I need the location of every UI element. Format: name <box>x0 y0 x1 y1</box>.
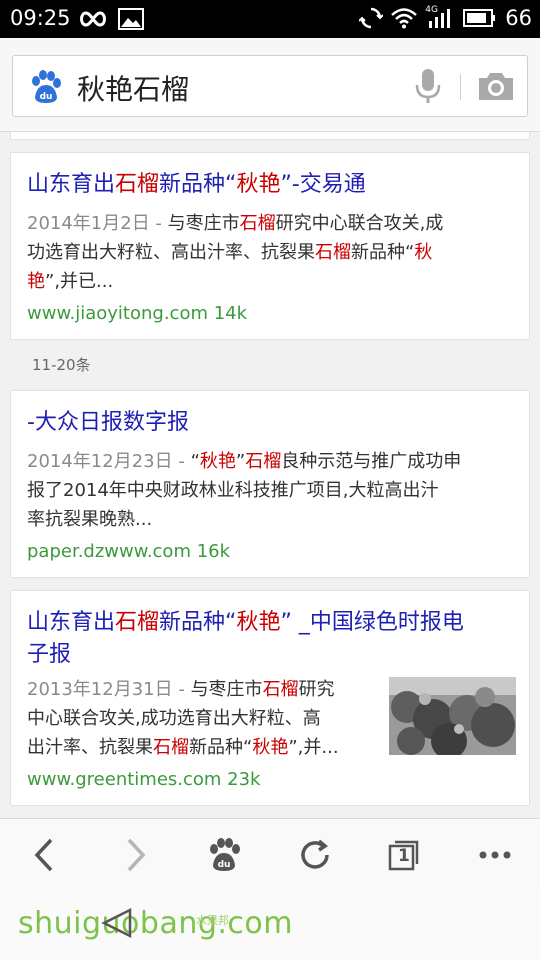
system-back-icon[interactable] <box>100 906 134 940</box>
wifi-icon <box>391 8 418 29</box>
result-abstract: 2014年1月2日 - 与枣庄市石榴研究中心联合攻关,成 功选育出大籽粒、高出汁… <box>27 213 444 292</box>
tabs-button[interactable]: 1 <box>382 833 426 877</box>
sync-icon <box>359 7 384 29</box>
result-url[interactable]: www.greentimes.com 23k <box>27 769 260 790</box>
back-button[interactable] <box>22 833 66 877</box>
result-url[interactable]: paper.dzwww.com 16k <box>27 541 230 562</box>
baidu-home-icon: du <box>210 838 240 871</box>
mic-icon[interactable] <box>413 67 443 107</box>
watermark: shuiguobang.com <box>18 906 293 941</box>
page-marker: 11-20条 <box>32 356 91 374</box>
camera-icon[interactable] <box>477 70 515 102</box>
watermark-small: 水果邦 <box>196 914 229 927</box>
refresh-icon <box>301 839 329 869</box>
more-icon <box>479 851 511 859</box>
forward-icon <box>127 838 146 872</box>
result-title[interactable]: -大众日报数字报 <box>27 407 189 439</box>
forward-button[interactable] <box>114 833 158 877</box>
search-header: du 秋艳石榴 <box>0 38 540 132</box>
result-abstract: 2013年12月31日 - 与枣庄市石榴研究 中心联合攻关,成功选育出大籽粒、高… <box>27 679 339 758</box>
result-card-partial <box>10 132 530 140</box>
result-date: 2014年12月23日 - <box>27 451 191 472</box>
result-card[interactable]: 山东育出石榴新品种“秋艳”-交易通 2014年1月2日 - 与枣庄市石榴研究中心… <box>10 152 530 340</box>
result-card[interactable]: -大众日报数字报 2014年12月23日 - “秋艳”石榴良种示范与推广成功申 … <box>10 390 530 578</box>
result-thumbnail[interactable] <box>389 677 516 755</box>
result-abstract: 2014年12月23日 - “秋艳”石榴良种示范与推广成功申 报了2014年中央… <box>27 451 462 530</box>
baidu-paw-icon: du <box>32 70 61 103</box>
browser-toolbar: du 1 <box>0 818 540 890</box>
battery-percent: 66 <box>505 6 532 30</box>
tabs-count: 1 <box>398 846 410 866</box>
more-button[interactable] <box>473 833 517 877</box>
home-button[interactable]: du <box>202 833 246 877</box>
result-title[interactable]: 山东育出石榴新品种“秋艳”-交易通 <box>27 169 366 201</box>
signal-icon: 4G <box>425 5 455 29</box>
result-card[interactable]: 山东育出石榴新品种“秋艳” _中国绿色时报电 子报 2013年12月31日 - … <box>10 590 530 806</box>
infinity-icon <box>80 11 106 27</box>
svg-text:du: du <box>40 92 53 102</box>
result-date: 2014年1月2日 - <box>27 213 168 234</box>
search-box[interactable]: du 秋艳石榴 <box>12 55 528 117</box>
status-bar: 09:25 4G 66 <box>0 0 540 38</box>
divider <box>460 74 461 100</box>
result-date: 2013年12月31日 - <box>27 679 191 700</box>
image-icon <box>118 8 144 30</box>
svg-text:du: du <box>218 860 231 870</box>
back-icon <box>34 838 53 872</box>
battery-icon <box>463 9 496 27</box>
search-input[interactable]: 秋艳石榴 <box>77 68 189 108</box>
result-title[interactable]: 山东育出石榴新品种“秋艳” _中国绿色时报电 子报 <box>27 607 522 671</box>
clock: 09:25 <box>10 6 71 30</box>
result-url[interactable]: www.jiaoyitong.com 14k <box>27 303 247 324</box>
refresh-button[interactable] <box>293 833 337 877</box>
